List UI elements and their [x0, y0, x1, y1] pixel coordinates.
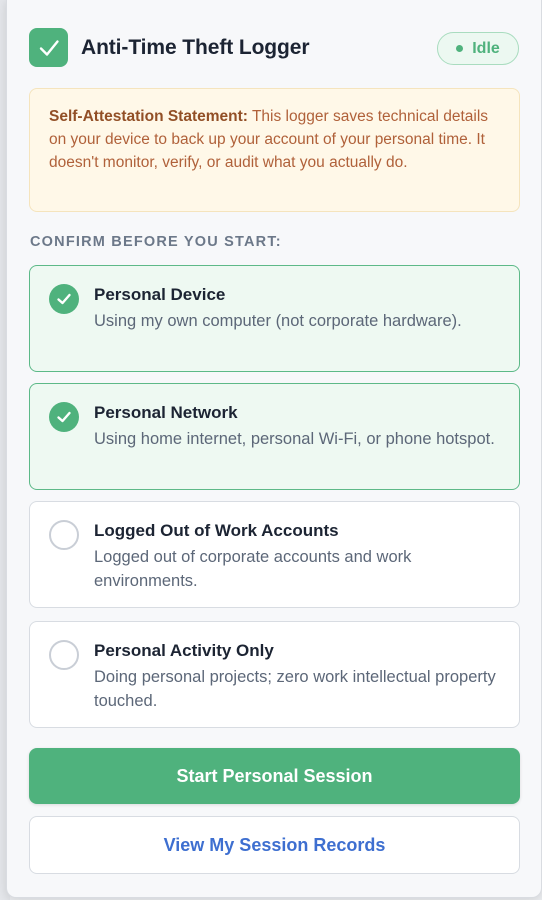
status-text: Idle: [472, 39, 500, 57]
extension-popup: Anti-Time Theft Logger Idle Self-Attesta…: [6, 0, 542, 898]
unchecked-circle-icon[interactable]: [49, 640, 79, 670]
app-logo-check-icon: [29, 28, 68, 67]
status-dot-icon: [456, 45, 464, 52]
header: Anti-Time Theft Logger Idle: [29, 28, 519, 68]
checked-circle-icon[interactable]: [49, 284, 79, 314]
section-label: CONFIRM BEFORE YOU START:: [30, 234, 282, 250]
view-session-records-button[interactable]: View My Session Records: [29, 816, 520, 874]
unchecked-circle-icon[interactable]: [49, 520, 79, 550]
option-logged-out-work-accounts[interactable]: Logged Out of Work Accounts Logged out o…: [29, 501, 520, 608]
option-personal-network[interactable]: Personal Network Using home internet, pe…: [29, 383, 520, 490]
option-title: Personal Device: [94, 285, 226, 304]
option-title: Personal Activity Only: [94, 641, 274, 660]
app-title: Anti-Time Theft Logger: [81, 36, 310, 59]
option-title: Personal Network: [94, 403, 238, 422]
status-badge: Idle: [437, 32, 519, 65]
option-description: Using my own computer (not corporate har…: [94, 312, 462, 330]
option-personal-activity-only[interactable]: Personal Activity Only Doing personal pr…: [29, 621, 520, 728]
checked-circle-icon[interactable]: [49, 402, 79, 432]
option-description: Doing personal projects; zero work intel…: [94, 668, 496, 710]
notice-heading: Self-Attestation Statement:: [49, 108, 248, 125]
option-title: Logged Out of Work Accounts: [94, 521, 339, 540]
self-attestation-notice: Self-Attestation Statement: This logger …: [29, 88, 520, 212]
option-personal-device[interactable]: Personal Device Using my own computer (n…: [29, 265, 520, 372]
start-personal-session-button[interactable]: Start Personal Session: [29, 748, 520, 804]
option-description: Using home internet, personal Wi-Fi, or …: [94, 430, 495, 448]
option-description: Logged out of corporate accounts and wor…: [94, 548, 412, 590]
